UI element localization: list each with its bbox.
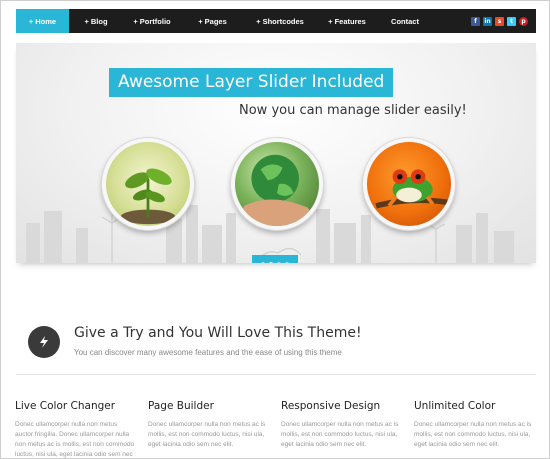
plus-icon: + [256,16,261,26]
section-divider [16,374,536,375]
nav-item-portfolio[interactable]: + Portfolio [123,9,181,33]
feature-title: Live Color Changer [15,400,116,412]
slider-dot[interactable] [285,261,289,263]
tree-frog-image [363,138,455,230]
nav-item-label: Shortcodes [262,16,304,26]
slider-title: Awesome Layer Slider Included [109,68,394,97]
promo-title: Give a Try and You Will Love This Theme! [74,325,362,341]
plus-icon: + [328,16,333,26]
page-frame: + Home + Blog + Portfolio + Pages + Shor… [0,0,550,459]
feature-responsive-design: Responsive Design Donec ullamcorper null… [281,400,403,450]
nav-item-pages[interactable]: + Pages [181,9,244,33]
lightning-icon [28,326,60,358]
nav-item-contact[interactable]: Contact [378,9,432,33]
main-navigation: + Home + Blog + Portfolio + Pages + Shor… [16,9,536,33]
nav-item-label: Contact [391,16,419,26]
slider-pagination [252,255,298,263]
feature-page-builder: Page Builder Donec ullamcorper nulla non… [148,400,270,450]
layer-slider[interactable]: Awesome Layer Slider Included Now you ca… [16,43,536,263]
plus-icon: + [84,16,89,26]
feature-title: Page Builder [148,400,214,412]
nav-item-label: Home [35,16,57,26]
feature-unlimited-color: Unlimited Color Donec ullamcorper nulla … [414,400,536,450]
nav-item-home[interactable]: + Home [16,9,69,33]
nav-item-label: Features [334,16,366,26]
slider-dot[interactable] [277,261,281,263]
nav-item-label: Pages [204,16,227,26]
plus-icon: + [133,16,138,26]
feature-title: Unlimited Color [414,400,496,412]
nav-item-shortcodes[interactable]: + Shortcodes [244,9,316,33]
slider-dot-active[interactable] [269,261,273,263]
feature-text: Donec ullamcorper nulla non metus ac is … [281,421,399,448]
plus-icon: + [28,16,34,26]
stumbleupon-icon[interactable]: s [495,16,504,26]
slider-subtitle: Now you can manage slider easily! [239,103,467,118]
green-globe-in-hand-image [231,138,323,230]
facebook-icon[interactable]: f [471,16,480,26]
nav-item-label: Portfolio [139,16,171,26]
plant-sprout-image [102,138,194,230]
feature-title: Responsive Design [281,400,381,412]
feature-text: Donec ullamcorper nulla non metus auctor… [15,421,135,458]
slider-dot[interactable] [261,261,265,263]
feature-live-color-changer: Live Color Changer Donec ullamcorper nul… [15,400,137,459]
nav-item-blog[interactable]: + Blog [69,9,123,33]
promo-subtitle: You can discover many awesome features a… [74,348,342,357]
pinterest-icon[interactable]: p [519,16,528,26]
social-links: f in s t p [471,9,536,33]
plus-icon: + [198,16,203,26]
nav-item-features[interactable]: + Features [316,9,378,33]
feature-text: Donec ullamcorper nulla non metus ac is … [148,421,266,448]
feature-text: Donec ullamcorper nulla non metus ac is … [414,421,532,448]
nav-item-label: Blog [90,16,108,26]
twitter-icon[interactable]: t [507,16,516,26]
linkedin-icon[interactable]: in [483,16,492,26]
